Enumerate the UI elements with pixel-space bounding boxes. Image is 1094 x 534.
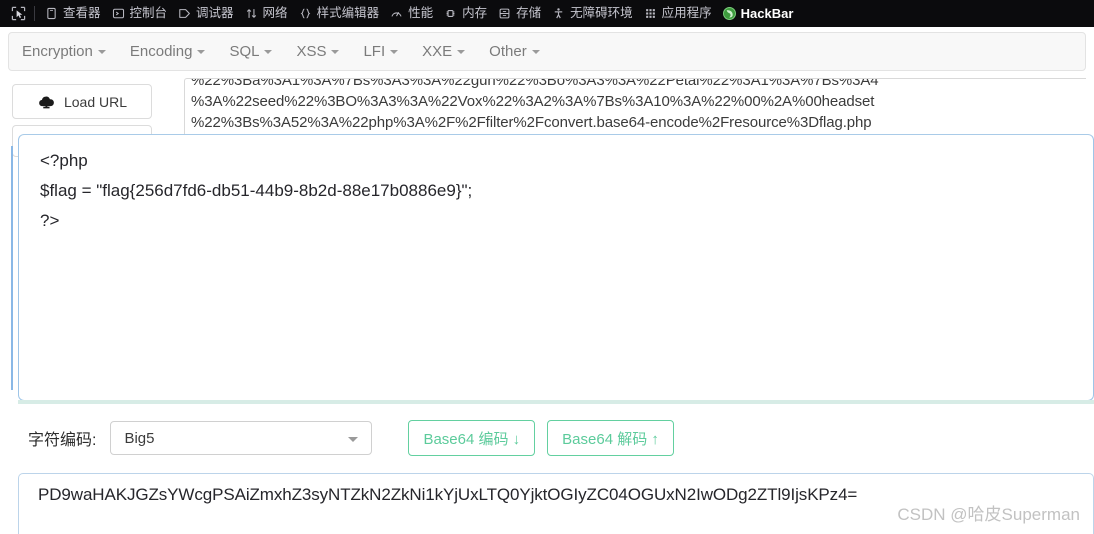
devtools-tab-style-editor[interactable]: 样式编辑器 [293, 3, 385, 25]
devtools-tab-accessibility[interactable]: 无障碍环境 [546, 3, 638, 25]
chevron-down-icon [457, 49, 466, 54]
hackbar-menubar: Encryption Encoding SQL XSS LFI XXE Othe… [8, 32, 1086, 71]
load-url-label: Load URL [63, 93, 128, 110]
charset-value: Big5 [124, 429, 155, 447]
chevron-down-icon [348, 437, 359, 442]
menu-label: XSS [296, 43, 327, 60]
devtools-tab-label: 控制台 [129, 6, 168, 21]
chevron-down-icon [531, 49, 540, 54]
result-accent-bar [11, 146, 13, 390]
load-url-button[interactable]: Load URL [12, 84, 152, 119]
menu-label: Encryption [22, 43, 93, 60]
devtools-tab-hackbar[interactable]: HackBar [717, 3, 799, 25]
toolbar-divider [34, 6, 35, 21]
chevron-down-icon [264, 49, 273, 54]
devtools-tab-label: 无障碍环境 [570, 6, 633, 21]
php-line: $flag = "flag{256d7fd6-db51-44b9-8b2d-88… [40, 181, 473, 200]
devtools-tab-label: HackBar [740, 6, 794, 21]
panel-divider [18, 400, 1094, 404]
devtools-tab-application[interactable]: 应用程序 [638, 3, 717, 25]
url-line: %22%3Ba%3A1%3A%7Bs%3A3%3A%22gun%22%3Bo%3… [191, 78, 879, 89]
network-icon [244, 6, 259, 21]
php-source-output: <?php $flag = "flag{256d7fd6-db51-44b9-8… [40, 146, 472, 236]
style-editor-icon [298, 6, 313, 21]
devtools-tab-debugger[interactable]: 调试器 [172, 3, 239, 25]
devtools-tab-label: 内存 [462, 6, 488, 21]
menu-lfi[interactable]: LFI [363, 43, 399, 60]
devtools-tab-inspector[interactable]: 查看器 [39, 3, 106, 25]
url-line: %22%3Bs%3A52%3A%22php%3A%2F%2Ffilter%2Fc… [191, 114, 872, 131]
devtools-tab-label: 存储 [516, 6, 542, 21]
debugger-icon [177, 6, 192, 21]
chevron-down-icon [197, 49, 206, 54]
charset-select[interactable]: Big5 [110, 421, 373, 455]
base64-encode-button[interactable]: Base64 编码 ↓ [408, 420, 536, 456]
menu-encryption[interactable]: Encryption [22, 43, 106, 60]
hackbar-icon [722, 6, 737, 21]
chevron-down-icon [97, 49, 106, 54]
menu-label: LFI [363, 43, 386, 60]
php-line: <?php [40, 151, 88, 170]
chevron-down-icon [390, 49, 399, 54]
devtools-toolbar: 查看器 控制台 调试器 网络 样式编辑器 性能 内存 存储 无障碍环境 应用程序… [0, 0, 1094, 27]
menu-xss[interactable]: XSS [296, 43, 340, 60]
devtools-tab-console[interactable]: 控制台 [106, 3, 173, 25]
devtools-tab-label: 样式编辑器 [316, 6, 380, 21]
menu-label: Encoding [129, 43, 193, 60]
memory-icon [443, 6, 458, 21]
devtools-tab-label: 性能 [408, 6, 434, 21]
application-icon [643, 6, 658, 21]
devtools-tab-label: 调试器 [196, 6, 234, 21]
devtools-tab-label: 查看器 [63, 6, 101, 21]
devtools-tab-label: 应用程序 [661, 6, 712, 21]
base64-decode-button[interactable]: Base64 解码 ↑ [547, 420, 674, 456]
base64-output-text: PD9waHAKJGZsYWcgPSAiZmxhZ3syNTZkN2ZkNi1k… [38, 485, 858, 504]
devtools-tab-label: 网络 [262, 6, 288, 21]
storage-icon [497, 6, 512, 21]
chevron-down-icon [331, 49, 340, 54]
menu-label: SQL [229, 43, 260, 60]
menu-sql[interactable]: SQL [229, 43, 273, 60]
inspector-icon [44, 6, 59, 21]
performance-icon [389, 6, 404, 21]
menu-xxe[interactable]: XXE [422, 43, 466, 60]
php-line: ?> [40, 211, 60, 230]
menu-encoding[interactable]: Encoding [130, 43, 206, 60]
encoder-toolbar: 字符编码: Big5 Base64 编码 ↓ Base64 解码 ↑ [28, 418, 686, 458]
devtools-tab-memory[interactable]: 内存 [438, 3, 492, 25]
menu-label: XXE [422, 43, 453, 60]
menu-other[interactable]: Other [489, 43, 540, 60]
url-line: %3A%22seed%22%3BO%3A3%3A%22Vox%22%3A2%3A… [191, 93, 875, 110]
devtools-tab-performance[interactable]: 性能 [384, 3, 438, 25]
devtools-tab-storage[interactable]: 存储 [492, 3, 546, 25]
menu-label: Other [489, 43, 527, 60]
devtools-tab-network[interactable]: 网络 [239, 3, 293, 25]
element-picker-button[interactable] [4, 3, 32, 25]
url-input[interactable]: %22%3Ba%3A1%3A%7Bs%3A3%3A%22gun%22%3Bo%3… [184, 78, 1086, 138]
cloud-download-icon [37, 94, 56, 110]
charset-label: 字符编码: [28, 432, 97, 449]
accessibility-icon [551, 6, 566, 21]
console-icon [111, 6, 126, 21]
element-picker-icon [11, 6, 25, 21]
